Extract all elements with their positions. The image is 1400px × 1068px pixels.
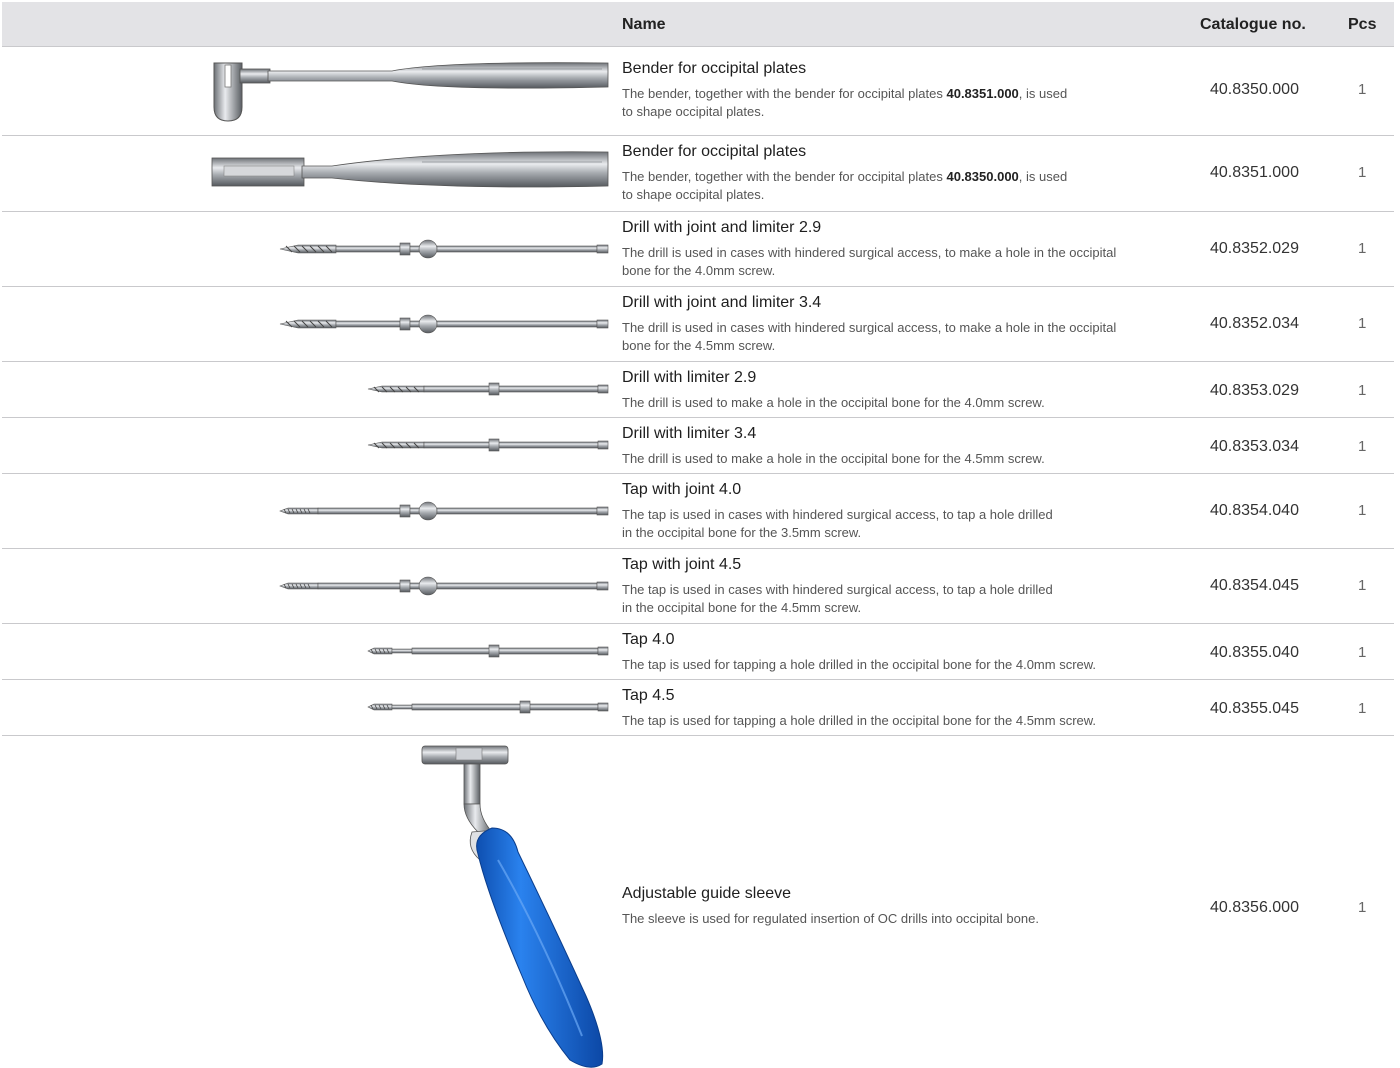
- item-title: Tap with joint 4.5: [622, 556, 742, 573]
- item-text: Tap with joint 4.5 The tap is used in ca…: [622, 555, 1182, 617]
- item-title: Drill with limiter 3.4: [622, 425, 757, 442]
- pieces-count: 1: [1358, 577, 1367, 594]
- pieces-count: 1: [1358, 315, 1367, 332]
- table-header: Name Catalogue no. Pcs: [2, 2, 1394, 47]
- name-column-header: Name: [622, 16, 666, 33]
- item-description: The bender, together with the bender for…: [622, 86, 1068, 119]
- catalogue-column-header: Catalogue no.: [1200, 16, 1306, 33]
- guide-sleeve-image: [2, 736, 608, 1068]
- table-row: Tap 4.0 The tap is used for tapping a ho…: [2, 624, 1394, 680]
- table-row: Bender for occipital plates The bender, …: [2, 47, 1394, 136]
- pieces-count: 1: [1358, 644, 1367, 661]
- pieces-count: 1: [1358, 700, 1367, 717]
- table-row: Drill with joint and limiter 3.4 The dri…: [2, 287, 1394, 362]
- bender-flat-tip-image: [2, 136, 609, 211]
- item-title: Adjustable guide sleeve: [622, 885, 792, 902]
- item-title: Tap with joint 4.0: [622, 481, 742, 498]
- table-row: Adjustable guide sleeve The sleeve is us…: [2, 736, 1394, 1068]
- item-title: Bender for occipital plates: [622, 143, 807, 160]
- reference-catalogue-no: 40.8350.000: [946, 169, 1019, 184]
- tap-with-joint-image: [2, 549, 609, 623]
- item-title: Bender for occipital plates: [622, 60, 807, 77]
- pieces-count: 1: [1358, 81, 1367, 98]
- catalogue-number: 40.8351.000: [1210, 164, 1299, 181]
- reference-catalogue-no: 40.8351.000: [946, 86, 1019, 101]
- item-title: Tap 4.0: [622, 631, 675, 648]
- pieces-count: 1: [1358, 240, 1367, 257]
- item-description: The bender, together with the bender for…: [622, 169, 1068, 202]
- table-row: Drill with limiter 2.9 The drill is used…: [2, 362, 1394, 418]
- catalogue-number: 40.8350.000: [1210, 81, 1299, 98]
- item-description: The tap is used for tapping a hole drill…: [622, 657, 1097, 672]
- item-description: The drill is used in cases with hindered…: [622, 320, 1117, 353]
- drill-with-joint-image: [2, 212, 609, 286]
- table-row: Tap 4.5 The tap is used for tapping a ho…: [2, 680, 1394, 736]
- item-description: The sleeve is used for regulated inserti…: [622, 911, 1039, 926]
- bender-slotted-tip-image: [2, 47, 609, 135]
- item-description: The drill is used in cases with hindered…: [622, 245, 1117, 278]
- item-text: Drill with joint and limiter 3.4 The dri…: [622, 293, 1182, 355]
- pieces-count: 1: [1358, 438, 1367, 455]
- item-description: The drill is used to make a hole in the …: [622, 395, 1045, 410]
- item-title: Drill with limiter 2.9: [622, 369, 757, 386]
- drill-with-joint-image: [2, 287, 609, 361]
- catalogue-number: 40.8353.029: [1210, 382, 1299, 399]
- item-text: Bender for occipital plates The bender, …: [622, 142, 1182, 204]
- table-row: Bender for occipital plates The bender, …: [2, 136, 1394, 212]
- item-text: Adjustable guide sleeve The sleeve is us…: [622, 884, 1182, 928]
- pieces-count: 1: [1358, 164, 1367, 181]
- pcs-column-header: Pcs: [1348, 16, 1377, 33]
- tap-image: [2, 680, 609, 735]
- table-row: Tap with joint 4.5 The tap is used in ca…: [2, 549, 1394, 624]
- tap-image: [2, 624, 609, 679]
- item-description: The tap is used for tapping a hole drill…: [622, 713, 1097, 728]
- item-description: The tap is used in cases with hindered s…: [622, 507, 1053, 540]
- item-text: Tap 4.5 The tap is used for tapping a ho…: [622, 686, 1182, 730]
- item-description: The tap is used in cases with hindered s…: [622, 582, 1053, 615]
- item-text: Drill with joint and limiter 2.9 The dri…: [622, 218, 1182, 280]
- catalogue-number: 40.8354.045: [1210, 577, 1299, 594]
- drill-with-limiter-image: [2, 418, 609, 473]
- item-text: Tap 4.0 The tap is used for tapping a ho…: [622, 630, 1182, 674]
- item-description: The drill is used to make a hole in the …: [622, 451, 1045, 466]
- catalogue-number: 40.8352.034: [1210, 315, 1299, 332]
- item-text: Drill with limiter 2.9 The drill is used…: [622, 368, 1182, 412]
- table-row: Drill with joint and limiter 2.9 The dri…: [2, 212, 1394, 287]
- tap-with-joint-image: [2, 474, 609, 548]
- catalogue-number: 40.8352.029: [1210, 240, 1299, 257]
- table-row: Tap with joint 4.0 The tap is used in ca…: [2, 474, 1394, 549]
- item-text: Drill with limiter 3.4 The drill is used…: [622, 424, 1182, 468]
- item-text: Tap with joint 4.0 The tap is used in ca…: [622, 480, 1182, 542]
- catalogue-number: 40.8355.045: [1210, 700, 1299, 717]
- item-text: Bender for occipital plates The bender, …: [622, 59, 1182, 121]
- catalogue-number: 40.8356.000: [1210, 899, 1299, 916]
- pieces-count: 1: [1358, 502, 1367, 519]
- instrument-table: Name Catalogue no. Pcs Bender for occipi…: [2, 2, 1394, 1068]
- item-title: Drill with joint and limiter 3.4: [622, 294, 822, 311]
- catalogue-number: 40.8354.040: [1210, 502, 1299, 519]
- catalogue-number: 40.8355.040: [1210, 644, 1299, 661]
- item-title: Drill with joint and limiter 2.9: [622, 219, 822, 236]
- pieces-count: 1: [1358, 382, 1367, 399]
- drill-with-limiter-image: [2, 362, 609, 417]
- pieces-count: 1: [1358, 899, 1367, 916]
- table-row: Drill with limiter 3.4 The drill is used…: [2, 418, 1394, 474]
- item-title: Tap 4.5: [622, 687, 675, 704]
- catalogue-number: 40.8353.034: [1210, 438, 1299, 455]
